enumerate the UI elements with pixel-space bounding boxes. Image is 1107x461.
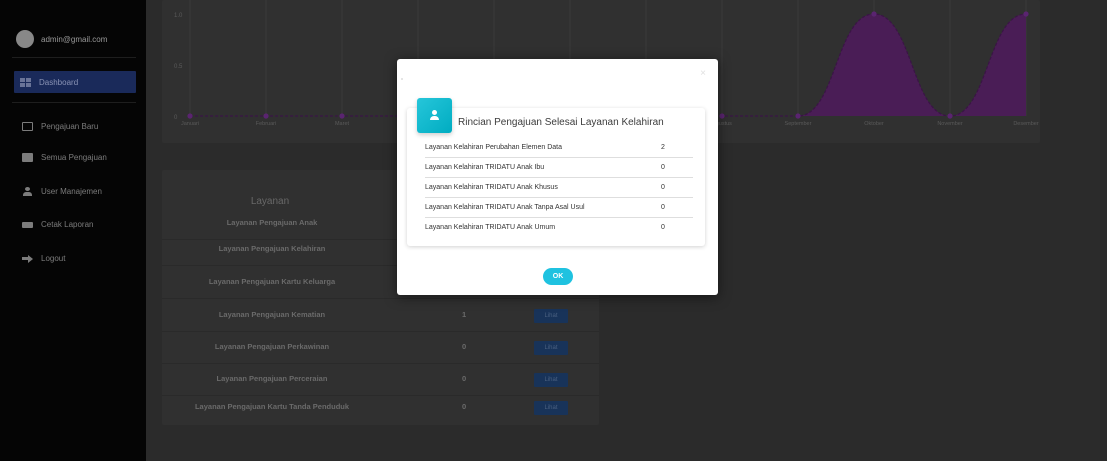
sidebar-item-cetak-laporan[interactable]: Cetak Laporan (16, 213, 138, 235)
table-header: Layanan (250, 196, 290, 207)
chart-point (871, 11, 877, 17)
details-card: Rincian Pengajuan Selesai Layanan Kelahi… (407, 98, 705, 246)
detail-row: Layanan Kelahiran TRIDATU Anak Ibu 0 (425, 158, 693, 178)
row-count: 0 (462, 374, 467, 383)
modal-decoration (401, 78, 403, 80)
x-tick-label: Maret (335, 121, 350, 127)
sidebar-divider (12, 102, 136, 103)
detail-label: Layanan Kelahiran TRIDATU Anak Tanpa Asa… (425, 204, 585, 211)
sidebar-item-pengajuan-baru[interactable]: Pengajuan Baru (16, 115, 138, 137)
ok-button[interactable]: OK (543, 268, 573, 285)
sidebar-item-label: Pengajuan Baru (41, 121, 99, 131)
sidebar-divider (12, 57, 136, 58)
x-tick-label: September (785, 121, 812, 127)
table-row: Layanan Pengajuan Perkawinan 0 Lihat (162, 332, 599, 364)
sidebar-item-label: Dashboard (39, 77, 79, 87)
modal-title: Rincian Pengajuan Selesai Layanan Kelahi… (458, 117, 664, 128)
user-email: admin@gmail.com (41, 34, 108, 44)
detail-row: Layanan Kelahiran TRIDATU Anak Umum 0 (425, 218, 693, 238)
close-icon[interactable]: × (700, 68, 706, 79)
chart-point (339, 113, 345, 119)
sidebar-item-logout[interactable]: Logout (16, 247, 138, 269)
detail-label: Layanan Kelahiran TRIDATU Anak Umum (425, 224, 556, 231)
detail-value: 0 (661, 204, 665, 211)
detail-row: Layanan Kelahiran TRIDATU Anak Khusus 0 (425, 178, 693, 198)
x-tick-label: November (937, 121, 963, 127)
sidebar-item-label: Cetak Laporan (41, 219, 94, 229)
view-button[interactable]: Lihat (534, 341, 568, 355)
chart-point (719, 113, 725, 119)
detail-value: 0 (661, 164, 665, 171)
sidebar-item-dashboard[interactable]: Dashboard (14, 71, 136, 93)
view-button[interactable]: Lihat (534, 401, 568, 415)
view-button[interactable]: Lihat (534, 309, 568, 323)
detail-value: 0 (661, 224, 665, 231)
table-row: Layanan Pengajuan Kematian 1 Lihat (162, 300, 599, 332)
table-row: Layanan Pengajuan Kartu Tanda Penduduk 0… (162, 392, 599, 424)
chart-point (947, 113, 953, 119)
sidebar-item-label: Semua Pengajuan (41, 152, 107, 162)
avatar (16, 30, 34, 48)
y-tick-label: 0.5 (174, 64, 183, 70)
view-button[interactable]: Lihat (534, 373, 568, 387)
row-name: Layanan Pengajuan Kematian (218, 310, 326, 319)
mail-icon (22, 152, 33, 162)
row-name: Layanan Pengajuan Perceraian (216, 374, 328, 383)
user-icon (417, 98, 452, 133)
inbox-icon (22, 121, 33, 131)
x-tick-label: Februari (256, 121, 276, 127)
detail-row: Layanan Kelahiran TRIDATU Anak Tanpa Asa… (425, 198, 693, 218)
detail-value: 0 (661, 184, 665, 191)
x-tick-label: Januari (181, 121, 199, 127)
detail-value: 2 (661, 144, 665, 151)
detail-row: Layanan Kelahiran Perubahan Elemen Data … (425, 138, 693, 158)
chart-point (1023, 11, 1029, 17)
user-icon (22, 186, 33, 196)
chart-point (263, 113, 269, 119)
row-name: Layanan Pengajuan Kartu Tanda Penduduk (194, 402, 350, 411)
dashboard-icon (20, 77, 31, 87)
print-icon (22, 222, 33, 228)
row-name: Layanan Pengajuan Kartu Keluarga (208, 277, 336, 286)
chart-point (187, 113, 193, 119)
sidebar-item-label: User Manajemen (41, 186, 102, 196)
user-profile[interactable]: admin@gmail.com (16, 30, 107, 48)
row-name: Layanan Pengajuan Kelahiran (218, 244, 326, 253)
logout-icon (22, 254, 33, 263)
row-count: 0 (462, 402, 467, 411)
sidebar-item-semua-pengajuan[interactable]: Semua Pengajuan (16, 146, 138, 168)
y-tick-label: 1.0 (174, 13, 183, 19)
sidebar-item-label: Logout (41, 253, 66, 263)
y-tick-label: 0 (174, 115, 178, 121)
chart-point (795, 113, 801, 119)
row-name: Layanan Pengajuan Anak (226, 218, 318, 227)
details-modal: × Rincian Pengajuan Selesai Layanan Kela… (397, 59, 718, 295)
row-count: 1 (462, 310, 467, 319)
detail-label: Layanan Kelahiran TRIDATU Anak Ibu (425, 164, 545, 171)
detail-label: Layanan Kelahiran TRIDATU Anak Khusus (425, 184, 558, 191)
row-count: 0 (462, 342, 467, 351)
sidebar-item-user-manajemen[interactable]: User Manajemen (16, 180, 138, 202)
row-name: Layanan Pengajuan Perkawinan (214, 342, 330, 351)
sidebar: admin@gmail.com Dashboard Pengajuan Baru… (0, 0, 146, 461)
x-tick-label: Desember (1013, 121, 1039, 127)
detail-label: Layanan Kelahiran Perubahan Elemen Data (425, 144, 562, 151)
x-tick-label: Oktober (864, 121, 884, 127)
